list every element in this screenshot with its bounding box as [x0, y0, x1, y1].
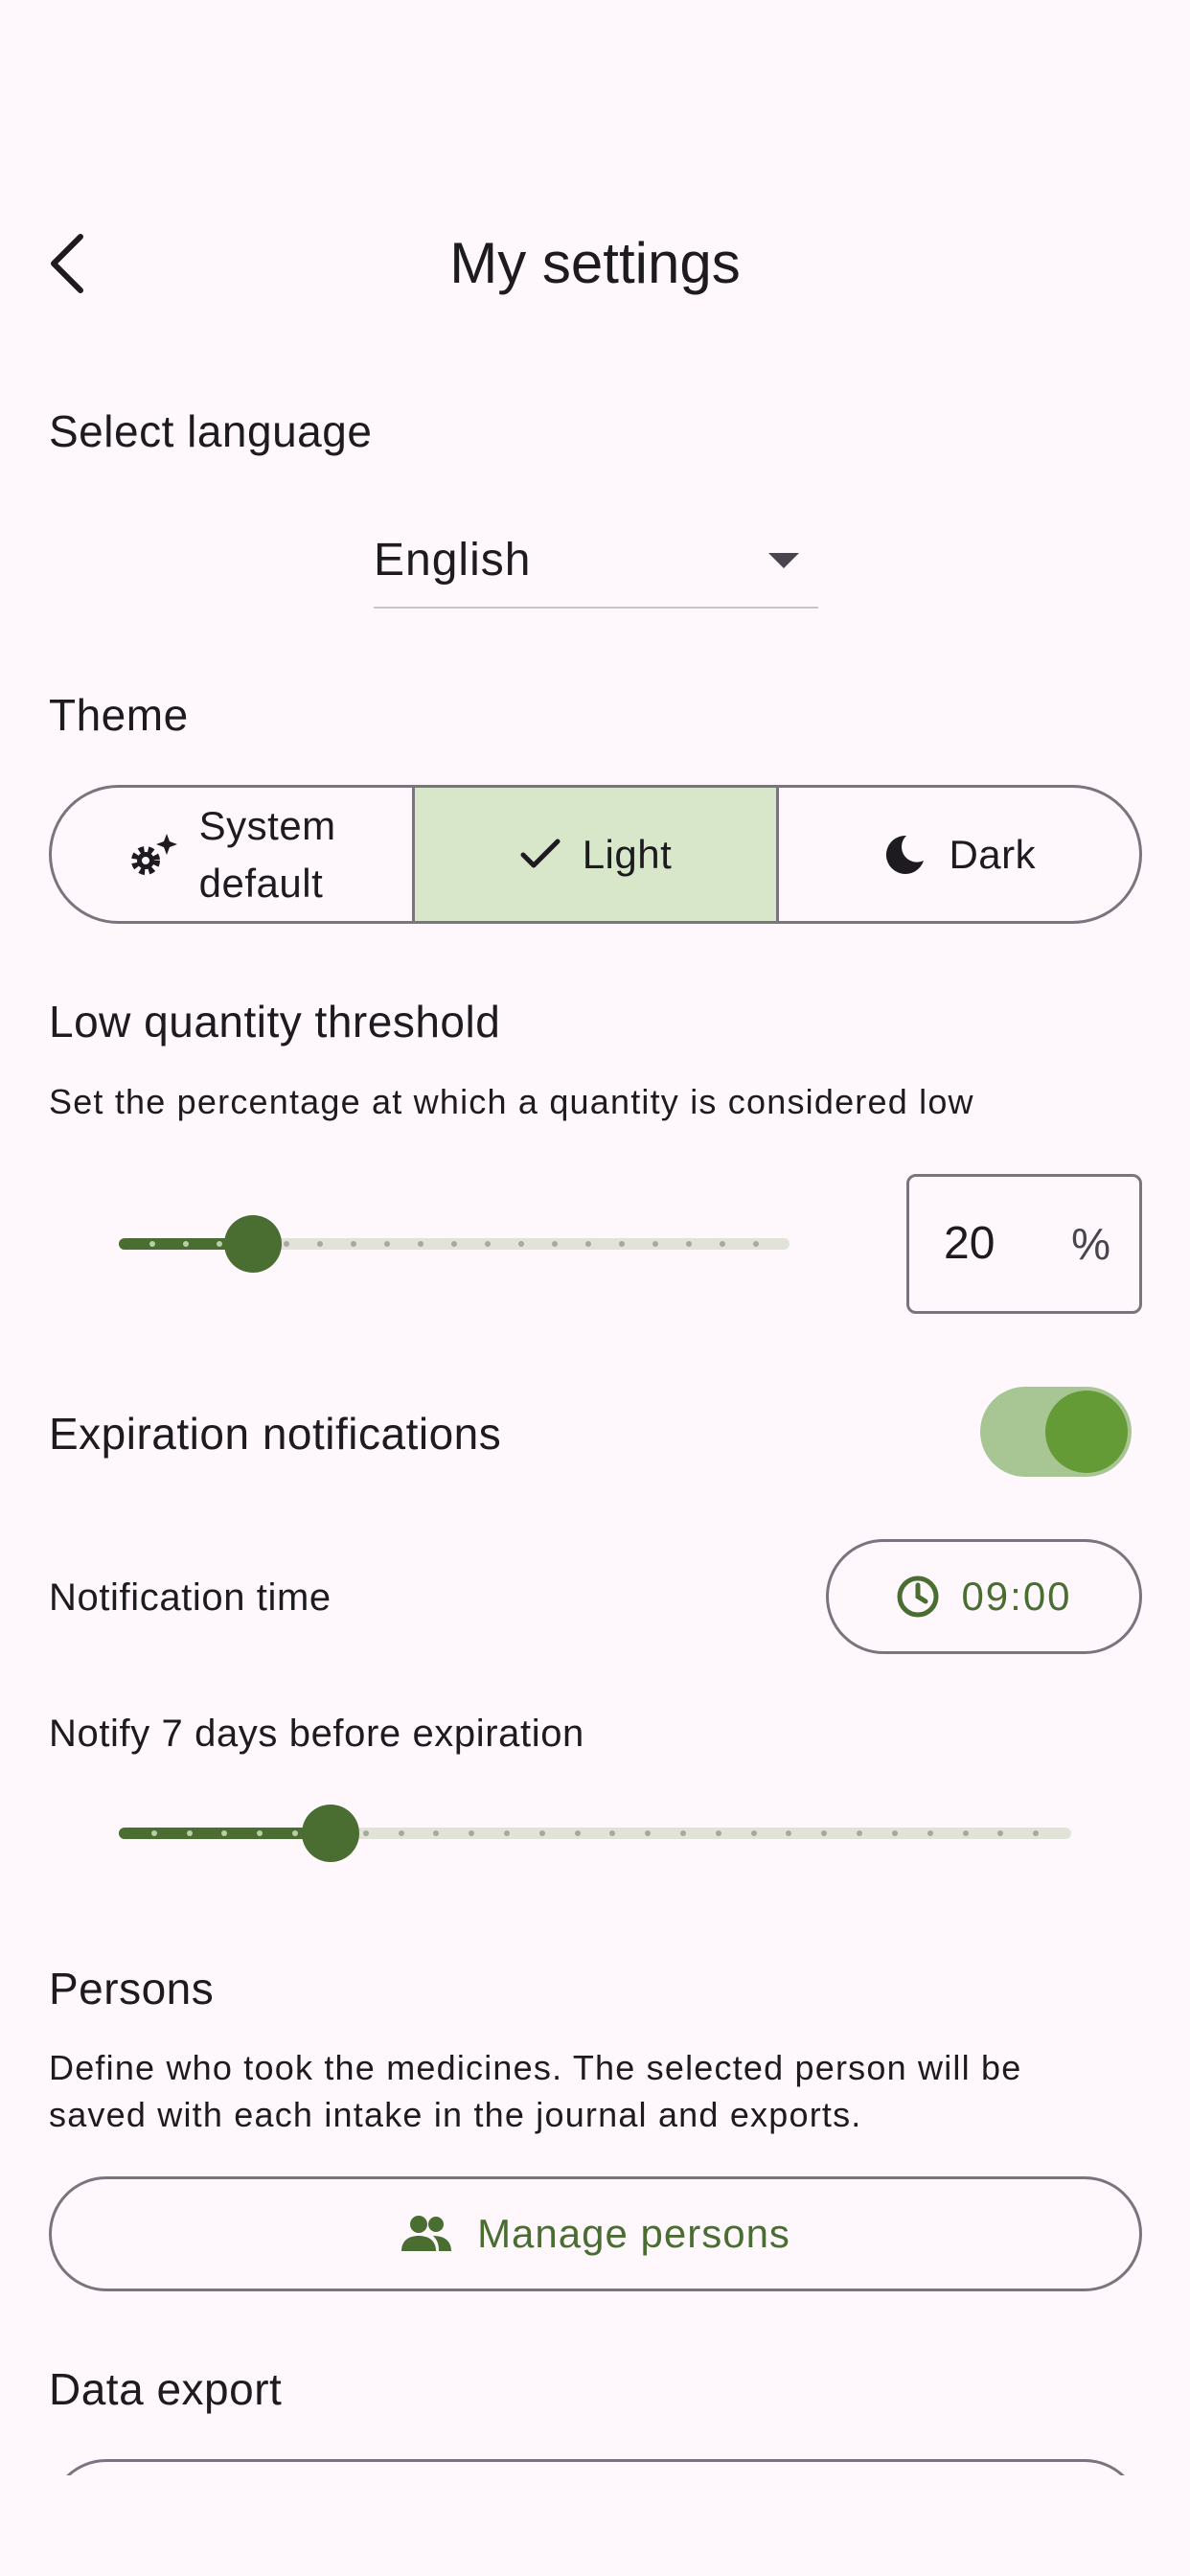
notification-time-label: Notification time	[49, 1576, 332, 1619]
slider-tick	[469, 1830, 474, 1836]
manage-persons-label: Manage persons	[477, 2211, 790, 2256]
slider-tick	[786, 1830, 791, 1836]
notification-time-value: 09:00	[961, 1574, 1072, 1619]
slider-tick	[149, 1241, 155, 1247]
people-icon	[401, 2216, 452, 2251]
slider-tick	[751, 1830, 757, 1836]
slider-tick	[539, 1830, 545, 1836]
slider-tick	[680, 1830, 686, 1836]
slider-tick	[753, 1241, 759, 1247]
slider-tick	[857, 1830, 862, 1836]
slider-tick	[384, 1241, 390, 1247]
theme-option-dark[interactable]: Dark	[775, 788, 1139, 921]
slider-tick	[183, 1241, 189, 1247]
theme-option-system[interactable]: System default	[52, 788, 412, 921]
slider-tick	[485, 1241, 491, 1247]
slider-tick	[151, 1830, 157, 1836]
slider-tick	[892, 1830, 898, 1836]
slider-tick	[997, 1830, 1003, 1836]
slider-tick	[217, 1241, 222, 1247]
low-quantity-value: 20	[944, 1218, 995, 1269]
slider-tick	[504, 1830, 510, 1836]
check-icon	[520, 839, 561, 867]
language-section-title: Select language	[49, 406, 373, 456]
export-button-clip	[0, 2453, 1190, 2475]
expiration-notifications-switch[interactable]	[980, 1387, 1132, 1477]
slider-tick	[720, 1241, 725, 1247]
slider-tick	[317, 1241, 323, 1247]
slider-tick	[585, 1241, 591, 1247]
clock-icon	[897, 1576, 939, 1618]
theme-segmented-control: System default Light Dark	[49, 785, 1142, 924]
theme-option-system-line2: default	[198, 860, 324, 906]
theme-option-system-line1: System	[198, 802, 336, 848]
slider-tick	[609, 1830, 615, 1836]
theme-section-title: Theme	[49, 690, 189, 740]
slider-tick	[284, 1241, 289, 1247]
low-quantity-description: Set the percentage at which a quantity i…	[49, 1082, 974, 1121]
data-export-section-title: Data export	[49, 2364, 283, 2414]
percent-suffix: %	[1071, 1219, 1110, 1269]
slider-thumb[interactable]	[302, 1805, 359, 1862]
persons-section-title: Persons	[49, 1964, 215, 2013]
slider-tick	[187, 1830, 193, 1836]
gear-sparkle-icon	[130, 833, 177, 875]
slider-tick	[716, 1830, 721, 1836]
slider-tick	[652, 1241, 658, 1247]
persons-description-line2: saved with each intake in the journal an…	[49, 2095, 862, 2134]
persons-description-line1: Define who took the medicines. The selec…	[49, 2048, 1022, 2087]
theme-option-light[interactable]: Light	[412, 788, 776, 921]
settings-screen: My settings Select language English Them…	[0, 0, 1190, 2576]
notification-time-button[interactable]: 09:00	[826, 1539, 1142, 1654]
slider-tick	[963, 1830, 969, 1836]
export-button[interactable]	[49, 2459, 1142, 2475]
slider-tick	[686, 1241, 692, 1247]
low-quantity-section-title: Low quantity threshold	[49, 997, 501, 1046]
slider-tick	[821, 1830, 827, 1836]
slider-tick	[645, 1830, 651, 1836]
slider-tick	[1033, 1830, 1039, 1836]
notify-days-label: Notify 7 days before expiration	[49, 1713, 584, 1755]
switch-thumb	[1045, 1391, 1128, 1473]
slider-tick	[927, 1830, 933, 1836]
manage-persons-button[interactable]: Manage persons	[49, 2176, 1142, 2291]
expiration-section-title: Expiration notifications	[49, 1409, 502, 1459]
slider-tick	[552, 1241, 558, 1247]
slider-tick	[619, 1241, 625, 1247]
theme-option-dark-label: Dark	[949, 831, 1037, 877]
low-quantity-input[interactable]: 20 %	[906, 1174, 1142, 1314]
slider-tick	[575, 1830, 581, 1836]
slider-tick	[451, 1241, 457, 1247]
dropdown-arrow-icon	[768, 553, 799, 568]
slider-thumb[interactable]	[224, 1215, 282, 1273]
slider-tick	[351, 1241, 356, 1247]
theme-option-light-label: Light	[582, 831, 673, 877]
slider-tick	[399, 1830, 404, 1836]
slider-tick	[257, 1830, 263, 1836]
language-dropdown[interactable]: English	[374, 522, 818, 609]
slider-tick	[292, 1830, 298, 1836]
language-selected-value: English	[374, 535, 532, 586]
slider-tick	[418, 1241, 423, 1247]
moon-icon	[886, 835, 925, 874]
page-title: My settings	[449, 231, 741, 295]
slider-tick	[363, 1830, 369, 1836]
slider-tick	[433, 1830, 439, 1836]
slider-tick	[518, 1241, 524, 1247]
slider-tick	[221, 1830, 227, 1836]
